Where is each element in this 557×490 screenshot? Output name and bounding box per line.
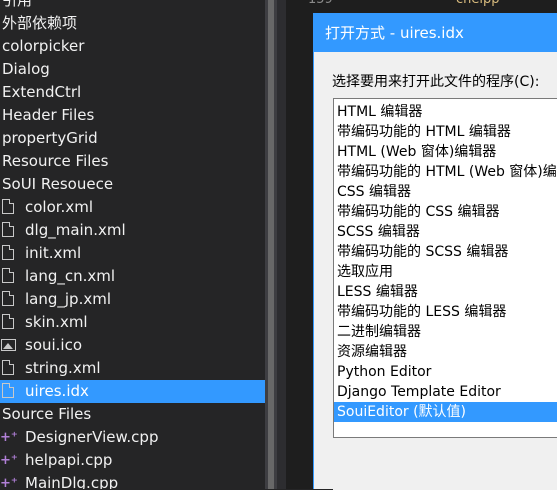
program-list-label: 选择要用来打开此文件的程序(C): — [332, 74, 540, 90]
tree-file-item[interactable]: dlg_main.xml — [0, 219, 265, 242]
tree-folder-item[interactable]: Source Files — [0, 403, 265, 426]
program-list-item[interactable]: CSS 编辑器 — [334, 182, 557, 202]
tree-file-item[interactable]: string.xml — [0, 357, 265, 380]
editor-line-number: 159 — [308, 0, 333, 7]
tree-item-label: colorpicker — [2, 37, 85, 55]
tree-file-item[interactable]: uires.idx — [0, 380, 265, 403]
tree-folder-item[interactable]: 外部依赖项 — [0, 12, 265, 35]
file-icon — [2, 268, 14, 283]
tree-item-label: dlg_main.xml — [25, 221, 126, 239]
tree-folder-item[interactable]: Resource Files — [0, 150, 265, 173]
dialog-title: 打开方式 - uires.idx — [325, 24, 464, 42]
program-list-item[interactable]: Python Editor — [334, 362, 557, 382]
tree-item-label: SoUI Resouece — [2, 175, 114, 193]
tree-file-item[interactable]: +⁺ helpapi.cpp — [0, 449, 265, 472]
tree-item-label: Dialog — [2, 60, 50, 78]
file-icon — [2, 222, 14, 237]
cpp-file-icon: +⁺ — [0, 476, 18, 489]
program-list-item[interactable]: 带编码功能的 LESS 编辑器 — [334, 302, 557, 322]
tree-item-label: lang_jp.xml — [25, 290, 112, 308]
program-list-item[interactable]: SouiEditor (默认值) — [334, 402, 557, 422]
tree-item-label: 引用 — [2, 0, 33, 9]
image-file-icon — [1, 339, 16, 351]
tree-file-item[interactable]: init.xml — [0, 242, 265, 265]
program-list-item[interactable]: 带编码功能的 HTML 编辑器 — [334, 122, 557, 142]
cpp-file-icon: +⁺ — [0, 430, 18, 445]
program-list-item[interactable]: HTML (Web 窗体)编辑器 — [334, 142, 557, 162]
program-list-item[interactable]: 带编码功能的 SCSS 编辑器 — [334, 242, 557, 262]
tree-item-label: MainDlg.cpp — [25, 474, 119, 489]
tree-scrollbar-thumb[interactable] — [268, 0, 274, 489]
tree-item-label: uires.idx — [25, 382, 89, 400]
tree-folder-item[interactable]: colorpicker — [0, 35, 265, 58]
open-with-dialog: 打开方式 - uires.idx 选择要用来打开此文件的程序(C): HTML … — [313, 13, 557, 490]
tree-item-label: propertyGrid — [2, 129, 98, 147]
file-icon — [2, 360, 14, 375]
tree-item-label: DesignerView.cpp — [25, 428, 159, 446]
tree-item-label: soui.ico — [25, 336, 83, 354]
tree-item-label: skin.xml — [25, 313, 88, 331]
tree-item-label: string.xml — [25, 359, 101, 377]
tree-folder-item[interactable]: SoUI Resouece — [0, 173, 265, 196]
tree-folder-item[interactable]: Dialog — [0, 58, 265, 81]
program-list-item[interactable]: LESS 编辑器 — [334, 282, 557, 302]
program-list-item[interactable]: SCSS 编辑器 — [334, 222, 557, 242]
panel-splitter[interactable] — [277, 0, 286, 489]
editor-peek: 159 chelpp — [286, 0, 557, 10]
tree-file-item[interactable]: lang_cn.xml — [0, 265, 265, 288]
tree-file-item[interactable]: color.xml — [0, 196, 265, 219]
tree-item-label: Header Files — [2, 106, 95, 124]
tree-file-item[interactable]: +⁺ DesignerView.cpp — [0, 426, 265, 449]
program-list-item[interactable]: 带编码功能的 HTML (Web 窗体)编辑器 — [334, 162, 557, 182]
tree-folder-item[interactable]: 引用 — [0, 0, 265, 12]
tree-folder-item[interactable]: propertyGrid — [0, 127, 265, 150]
tree-item-label: ExtendCtrl — [2, 83, 82, 101]
tree-item-label: color.xml — [25, 198, 93, 216]
tree-item-label: helpapi.cpp — [25, 451, 113, 469]
tree-folder-item[interactable]: ExtendCtrl — [0, 81, 265, 104]
tree-item-label: Source Files — [2, 405, 92, 423]
tree-file-item[interactable]: skin.xml — [0, 311, 265, 334]
tree-file-item[interactable]: +⁺ MainDlg.cpp — [0, 472, 265, 489]
program-list-item[interactable]: Django Template Editor — [334, 382, 557, 402]
file-icon — [2, 314, 14, 329]
program-list-item[interactable]: 资源编辑器 — [334, 342, 557, 362]
tree-folder-item[interactable]: Header Files — [0, 104, 265, 127]
tree-file-item[interactable]: lang_jp.xml — [0, 288, 265, 311]
tree-item-label: Resource Files — [2, 152, 109, 170]
solution-explorer-tree: 引用外部依赖项 colorpicker Dialog ExtendCtrl Header… — [0, 0, 265, 489]
tree-item-label: 外部依赖项 — [2, 14, 78, 32]
tree-item-label: init.xml — [25, 244, 82, 262]
program-list-item[interactable]: HTML 编辑器 — [334, 102, 557, 122]
program-list-item[interactable]: 二进制编辑器 — [334, 322, 557, 342]
tree-file-item[interactable]: soui.ico — [0, 334, 265, 357]
cpp-file-icon: +⁺ — [0, 453, 18, 468]
dialog-title-bar[interactable]: 打开方式 - uires.idx — [314, 14, 557, 52]
file-icon — [2, 245, 14, 260]
file-icon — [2, 291, 14, 306]
program-list-item[interactable]: 选取应用 — [334, 262, 557, 282]
program-list[interactable]: HTML 编辑器 带编码功能的 HTML 编辑器 HTML (Web 窗体)编辑器带… — [333, 98, 557, 438]
file-icon — [2, 199, 14, 214]
file-icon — [2, 383, 14, 398]
dialog-lower-area — [333, 438, 557, 490]
tree-item-label: lang_cn.xml — [25, 267, 116, 285]
program-list-item[interactable]: 带编码功能的 CSS 编辑器 — [334, 202, 557, 222]
editor-tab-text: chelpp — [456, 0, 500, 7]
